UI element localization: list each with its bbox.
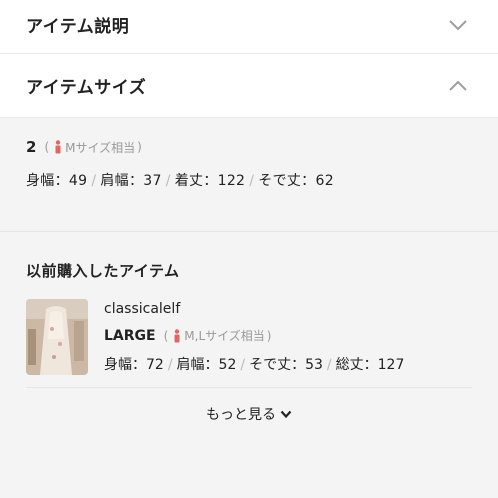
- measurement: 身幅：49: [26, 173, 88, 189]
- size-hint-text: Mサイズ相当: [65, 140, 136, 155]
- previous-item[interactable]: classicalelf LARGE ( M,Lサイズ相当 ) 身幅：72/肩幅…: [26, 299, 472, 388]
- measurement: 着丈：122: [174, 173, 246, 189]
- measurement: そで丈：53: [249, 357, 323, 373]
- item-thumbnail[interactable]: [26, 299, 88, 375]
- show-more-label: もっと見る: [206, 407, 276, 423]
- item-size-title: アイテムサイズ: [26, 78, 147, 98]
- show-more-button[interactable]: もっと見る: [26, 404, 472, 424]
- measurement: 身幅：72: [104, 357, 164, 373]
- paren-close: ): [266, 328, 272, 343]
- size-row: 2 ( Mサイズ相当 ): [26, 138, 472, 156]
- chevron-up-icon[interactable]: [444, 76, 472, 96]
- person-icon: [173, 328, 181, 343]
- previous-size-equivalent-hint: ( M,Lサイズ相当 ): [162, 327, 274, 344]
- paren-close: ): [137, 140, 142, 154]
- previous-purchases-title: 以前購入したアイテム: [26, 262, 180, 280]
- previous-item-size-row: LARGE ( M,Lサイズ相当 ): [104, 327, 404, 344]
- measurements: 身幅：49/肩幅：37/着丈：122/そで丈：62: [26, 170, 472, 190]
- separator: /: [167, 357, 173, 373]
- measurement: 肩幅：37: [100, 173, 162, 189]
- measurement: 総丈：127: [335, 357, 405, 373]
- measurement: そで丈：62: [258, 173, 334, 189]
- previous-item-measurements: 身幅：72/肩幅：52/そで丈：53/総丈：127: [104, 354, 404, 374]
- separator: /: [326, 357, 332, 373]
- item-size-header[interactable]: アイテムサイズ: [0, 54, 498, 118]
- person-icon: [54, 140, 62, 154]
- separator: /: [240, 357, 246, 373]
- item-description-header[interactable]: アイテム説明: [0, 0, 498, 54]
- paren-open: (: [163, 328, 169, 343]
- separator: /: [249, 173, 255, 189]
- separator: /: [91, 173, 97, 189]
- chevron-down-icon: [280, 410, 292, 419]
- paren-open: (: [44, 140, 50, 154]
- brand-name: classicalelf: [104, 301, 181, 317]
- chevron-down-icon[interactable]: [444, 15, 472, 35]
- item-size-details: 2 ( Mサイズ相当 ) 身幅：49/肩幅：37/着丈：122/そで丈：62: [0, 118, 498, 232]
- separator: /: [165, 173, 171, 189]
- previous-size-hint-text: M,Lサイズ相当: [184, 329, 265, 343]
- size-equivalent-hint: ( Mサイズ相当 ): [42, 139, 143, 156]
- item-description-title: アイテム説明: [26, 17, 130, 37]
- previous-item-size-label: LARGE: [104, 327, 156, 344]
- previous-purchases: 以前購入したアイテム classicalelf LARGE (M,Lサイズ相当…: [0, 232, 498, 424]
- size-label: 2: [26, 138, 37, 156]
- measurement: 肩幅：52: [176, 357, 237, 373]
- previous-item-info: classicalelf LARGE ( M,Lサイズ相当 ) 身幅：72/肩幅…: [104, 299, 404, 375]
